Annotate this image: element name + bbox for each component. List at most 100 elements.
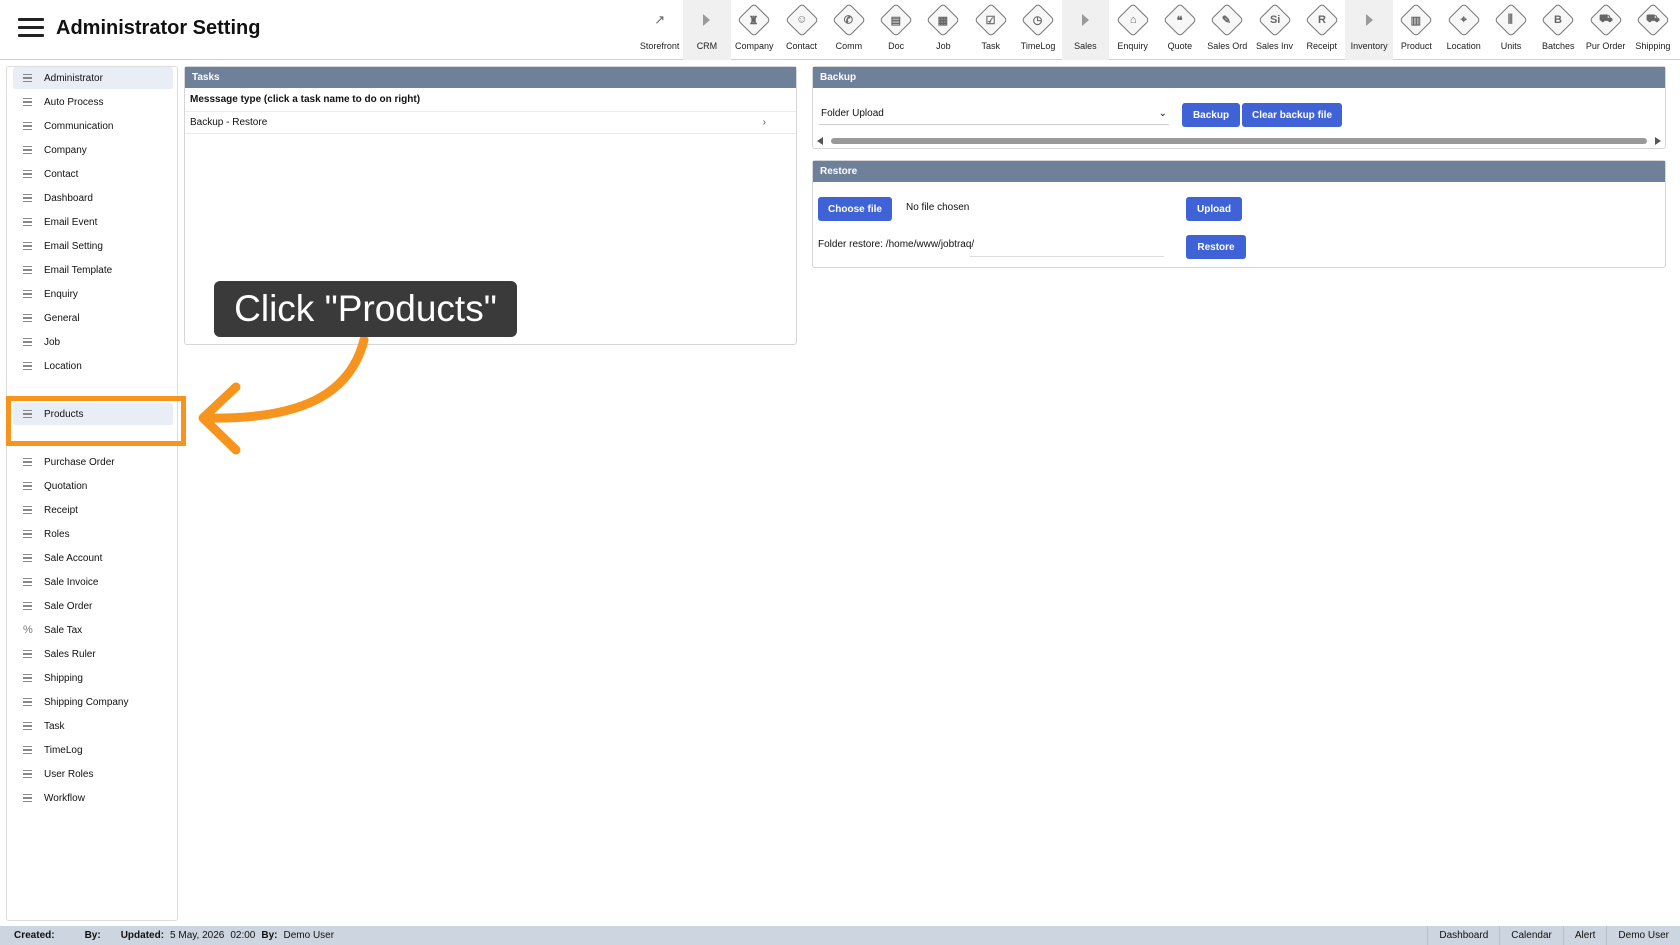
toolbar-sales[interactable]: Sales [1061,0,1109,60]
sidebar-item-roles[interactable]: Roles [13,523,173,545]
sidebar-item-shipping[interactable]: Shipping [13,667,173,689]
toolbar-sales-inv[interactable]: Si Sales Inv [1251,0,1298,60]
sidebar-item-sales-ruler[interactable]: Sales Ruler [13,643,173,665]
sidebar-item-user-roles[interactable]: User Roles [13,763,173,785]
sidebar-item-task[interactable]: Task [13,715,173,737]
toolbar-receipt[interactable]: R Receipt [1298,0,1345,60]
sidebar-item-email-setting[interactable]: Email Setting [13,235,173,257]
triangle-right-icon [1068,0,1102,40]
receipt-icon: R [1304,0,1339,40]
scroll-right-icon[interactable] [1655,137,1661,145]
sidebar-item-label: TimeLog [44,744,83,756]
sidebar-item-label: Shipping Company [44,696,129,708]
toolbar-doc[interactable]: ▤ Doc [872,0,919,60]
sidebar-item-shipping-company[interactable]: Shipping Company [13,691,173,713]
sidebar-item-receipt[interactable]: Receipt [13,499,173,521]
sidebar-item-label: Quotation [44,480,88,492]
sidebar-item-sale-tax[interactable]: % Sale Tax [13,619,173,641]
footer-link-calendar[interactable]: Calendar [1499,926,1563,945]
sidebar-item-sale-order[interactable]: Sale Order [13,595,173,617]
folder-restore-input[interactable] [970,256,1164,257]
sidebar-item-company[interactable]: Company [13,139,173,161]
sidebar-item-general[interactable]: General [13,307,173,329]
backup-type-value: Folder Upload [821,108,884,119]
footer-link-alert[interactable]: Alert [1562,926,1607,945]
footer-link-dashboard[interactable]: Dashboard [1427,926,1499,945]
sidebar-item-email-template[interactable]: Email Template [13,259,173,281]
toolbar-label: Batches [1542,41,1575,51]
sidebar-item-label: Sales Ruler [44,648,96,660]
task-row-backup-restore[interactable]: Backup - Restore › [185,112,796,134]
sidebar-item-sale-invoice[interactable]: Sale Invoice [13,571,173,593]
sidebar-item-enquiry[interactable]: Enquiry [13,283,173,305]
restore-button[interactable]: Restore [1186,235,1246,259]
list-icon [23,192,37,203]
restore-panel-title: Restore [813,161,1665,182]
toolbar-pur-order[interactable]: ⛟ Pur Order [1582,0,1629,60]
sidebar-item-email-event[interactable]: Email Event [13,211,173,233]
sidebar-item-label: Shipping [44,672,83,684]
toolbar-comm[interactable]: ✆ Comm [825,0,872,60]
toolbar-shipping[interactable]: ⛟ Shipping [1629,0,1676,60]
scroll-left-icon[interactable] [817,137,823,145]
upload-button[interactable]: Upload [1186,197,1242,221]
sidebar-item-label: Sale Account [44,552,103,564]
tasks-column-header: Messsage type (click a task name to do o… [185,88,796,112]
toolbar-label: Shipping [1635,41,1671,51]
toolbar-label: Inventory [1350,41,1388,51]
contact-icon: ☺ [784,0,819,40]
sidebar-item-job[interactable]: Job [13,331,173,353]
toolbar-company[interactable]: ♜ Company [731,0,778,60]
backup-type-select[interactable]: Folder Upload ⌄ [819,103,1169,125]
toolbar-batches[interactable]: B Batches [1535,0,1582,60]
toolbar-task[interactable]: ☑ Task [967,0,1014,60]
sidebar-item-label: Email Event [44,216,98,228]
triangle-right-icon [1352,0,1386,40]
menu-icon[interactable] [18,18,44,38]
horizontal-scrollbar[interactable] [817,137,1661,145]
updated-time: 02:00 [230,930,256,941]
toolbar-timelog[interactable]: ◷ TimeLog [1014,0,1061,60]
toolbar-quote[interactable]: ❝ Quote [1156,0,1203,60]
sidebar-item-administrator[interactable]: Administrator [13,67,173,89]
toolbar-job[interactable]: ▦ Job [920,0,967,60]
toolbar-units[interactable]: ⫼ Units [1487,0,1534,60]
sidebar-item-dashboard[interactable]: Dashboard [13,187,173,209]
sidebar-item-auto-process[interactable]: Auto Process [13,91,173,113]
task-row-label: Backup - Restore [190,117,268,128]
toolbar-location[interactable]: ⌖ Location [1440,0,1487,60]
updated-label: Updated: [120,930,165,941]
quote-icon: ❝ [1162,0,1197,40]
toolbar-label: TimeLog [1020,41,1056,51]
backup-panel-title: Backup [813,67,1665,88]
sidebar-item-quotation[interactable]: Quotation [13,475,173,497]
list-icon [23,264,37,275]
toolbar-enquiry[interactable]: ⌂ Enquiry [1109,0,1156,60]
sidebar-item-workflow[interactable]: Workflow [13,787,173,809]
footer-link-demo-user[interactable]: Demo User [1606,926,1680,945]
toolbar-sales-ord[interactable]: ✎ Sales Ord [1204,0,1251,60]
sidebar-item-location[interactable]: Location [13,355,173,377]
sidebar-item-purchase-order[interactable]: Purchase Order [13,451,173,473]
toolbar-crm[interactable]: CRM [683,0,731,60]
backup-button[interactable]: Backup [1182,103,1240,127]
scrollbar-thumb[interactable] [831,138,1647,144]
sidebar-item-label: Job [44,336,61,348]
sidebar-item-timelog[interactable]: TimeLog [13,739,173,761]
sidebar-item-label: Auto Process [44,96,104,108]
sidebar-item-sale-account[interactable]: Sale Account [13,547,173,569]
app-header: Administrator Setting ↗ Storefront CRM ♜ Com… [0,0,1680,60]
sidebar-item-contact[interactable]: Contact [13,163,173,185]
toolbar-contact[interactable]: ☺ Contact [778,0,825,60]
list-icon [23,600,37,611]
toolbar-storefront[interactable]: ↗ Storefront [636,0,683,60]
choose-file-button[interactable]: Choose file [818,197,892,221]
comm-icon: ✆ [831,0,866,40]
toolbar-inventory[interactable]: Inventory [1345,0,1393,60]
clear-backup-file-button[interactable]: Clear backup file [1242,103,1342,127]
list-icon [23,72,37,83]
sidebar-item-label: Email Setting [44,240,103,252]
toolbar-product[interactable]: ▥ Product [1393,0,1440,60]
truck-icon: ⛟ [1635,0,1670,40]
sidebar-item-communication[interactable]: Communication [13,115,173,137]
